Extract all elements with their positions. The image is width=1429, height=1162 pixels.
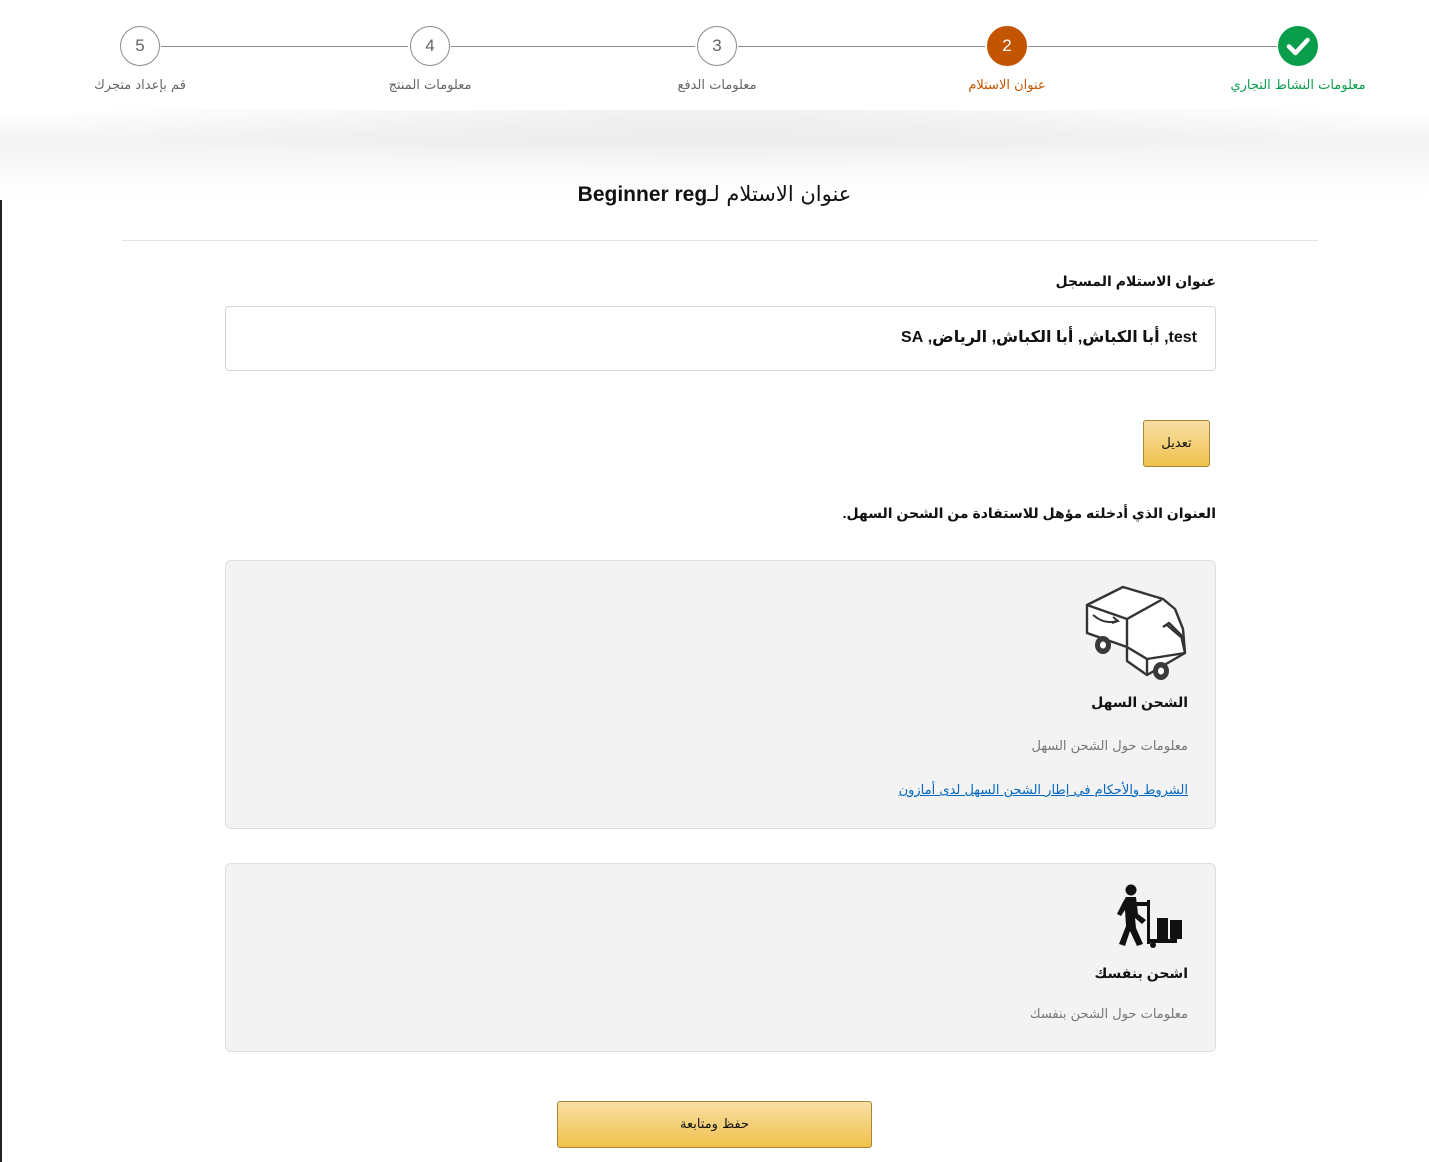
- delivery-van-icon: [1083, 583, 1189, 683]
- registered-address-label: عنوان الاستلام المسجل: [1055, 273, 1216, 289]
- step-number: 5: [120, 26, 160, 66]
- step-product-info: 4 معلومات المنتج: [330, 26, 530, 93]
- easy-ship-terms-link[interactable]: الشروط والأحكام في إطار الشحن السهل لدى …: [899, 783, 1188, 798]
- self-ship-description: معلومات حول الشحن بنفسك: [1029, 1007, 1188, 1022]
- divider: [122, 240, 1318, 241]
- page-title-prefix: عنوان الاستلام لـ: [707, 182, 852, 206]
- self-ship-title: اشحن بنفسك: [1094, 965, 1188, 981]
- easy-ship-description: معلومات حول الشحن السهل: [1031, 739, 1188, 754]
- page-title-name: Beginner reg: [577, 183, 708, 206]
- step-payment-info: 3 معلومات الدفع: [617, 26, 817, 93]
- step-label: معلومات الدفع: [677, 78, 757, 93]
- stepper-shadow: [30, 110, 1399, 170]
- step-setup-store: 5 قم بإعداد متجرك: [40, 26, 240, 93]
- page-title: عنوان الاستلام لـBeginner reg: [0, 182, 1429, 207]
- step-number: 4: [410, 26, 450, 66]
- easy-ship-title: الشحن السهل: [1091, 694, 1188, 710]
- save-and-continue-button[interactable]: حفظ ومتابعة: [557, 1101, 872, 1148]
- step-label: عنوان الاستلام: [968, 78, 1046, 93]
- step-number: 2: [987, 26, 1027, 66]
- person-hand-truck-icon: [1117, 884, 1189, 948]
- eligibility-note: العنوان الذي أدخلته مؤهل للاستفادة من ال…: [842, 505, 1216, 521]
- step-label: معلومات النشاط التجاري: [1230, 78, 1366, 93]
- easy-ship-option[interactable]: الشحن السهل معلومات حول الشحن السهل الشر…: [225, 560, 1216, 829]
- step-label: قم بإعداد متجرك: [94, 78, 186, 93]
- edit-address-button[interactable]: تعديل: [1143, 420, 1210, 467]
- step-pickup-address: 2 عنوان الاستلام: [907, 26, 1107, 93]
- registered-address-field: test, أبا الكباش, أبا الكباش, الرياض, SA: [225, 306, 1216, 371]
- step-label: معلومات المنتج: [388, 78, 472, 93]
- checkmark-icon: [1278, 26, 1318, 66]
- step-number: 3: [697, 26, 737, 66]
- self-ship-option[interactable]: اشحن بنفسك معلومات حول الشحن بنفسك: [225, 863, 1216, 1052]
- step-business-info: معلومات النشاط التجاري: [1198, 26, 1398, 93]
